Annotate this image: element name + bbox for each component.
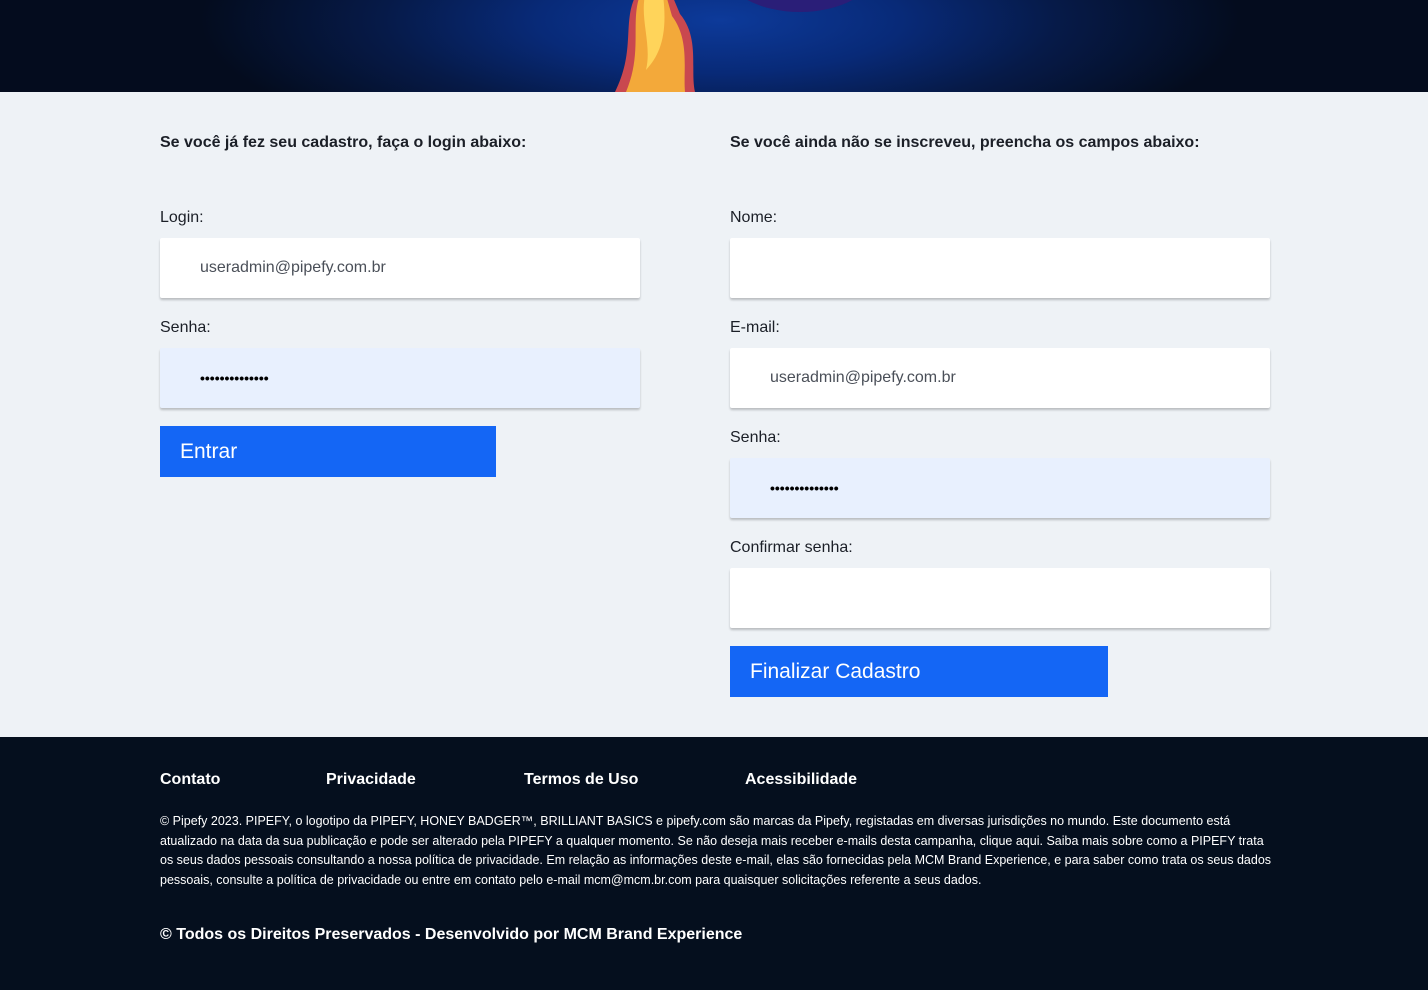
footer-link-privacy[interactable]: Privacidade: [326, 771, 416, 789]
signup-email-label: E-mail:: [730, 319, 780, 336]
signup-intro: Se você ainda não se inscreveu, preencha…: [730, 134, 1200, 151]
login-password-label: Senha:: [160, 319, 211, 336]
footer-links: Contato Privacidade Termos de Uso Acessi…: [160, 771, 1270, 791]
login-input[interactable]: useradmin@pipefy.com.br: [160, 238, 640, 298]
footer-link-terms[interactable]: Termos de Uso: [524, 771, 638, 789]
footer-rights-text: © Todos os Direitos Preservados - Desenv…: [160, 926, 743, 943]
signup-email-value: useradmin@pipefy.com.br: [770, 369, 956, 386]
signup-submit-label: Finalizar Cadastro: [750, 659, 921, 683]
login-password-value: ••••••••••••••: [200, 370, 269, 386]
login-submit-button[interactable]: Entrar: [160, 426, 496, 477]
footer-link-contact[interactable]: Contato: [160, 771, 220, 789]
signup-name-label: Nome:: [730, 209, 778, 226]
footer-legal-text: © Pipefy 2023. PIPEFY, o logotipo da PIP…: [160, 814, 1272, 887]
signup-confirm-input[interactable]: [730, 568, 1270, 628]
signup-name-input[interactable]: [730, 238, 1270, 298]
login-label: Login:: [160, 209, 204, 226]
login-submit-label: Entrar: [180, 439, 238, 463]
hero-banner: [0, 0, 1428, 92]
signup-confirm-label: Confirmar senha:: [730, 539, 853, 556]
login-intro: Se você já fez seu cadastro, faça o logi…: [160, 134, 527, 151]
signup-password-label: Senha:: [730, 429, 781, 446]
signup-password-value: ••••••••••••••: [770, 480, 839, 496]
signup-password-input[interactable]: ••••••••••••••: [730, 458, 1270, 518]
footer: Contato Privacidade Termos de Uso Acessi…: [0, 737, 1428, 990]
login-input-value: useradmin@pipefy.com.br: [200, 259, 386, 276]
signup-submit-button[interactable]: Finalizar Cadastro: [730, 646, 1108, 697]
footer-link-accessibility[interactable]: Acessibilidade: [745, 771, 857, 789]
signup-email-input[interactable]: useradmin@pipefy.com.br: [730, 348, 1270, 408]
rocket-flame-icon: [615, 0, 853, 92]
login-password-input[interactable]: ••••••••••••••: [160, 348, 640, 408]
